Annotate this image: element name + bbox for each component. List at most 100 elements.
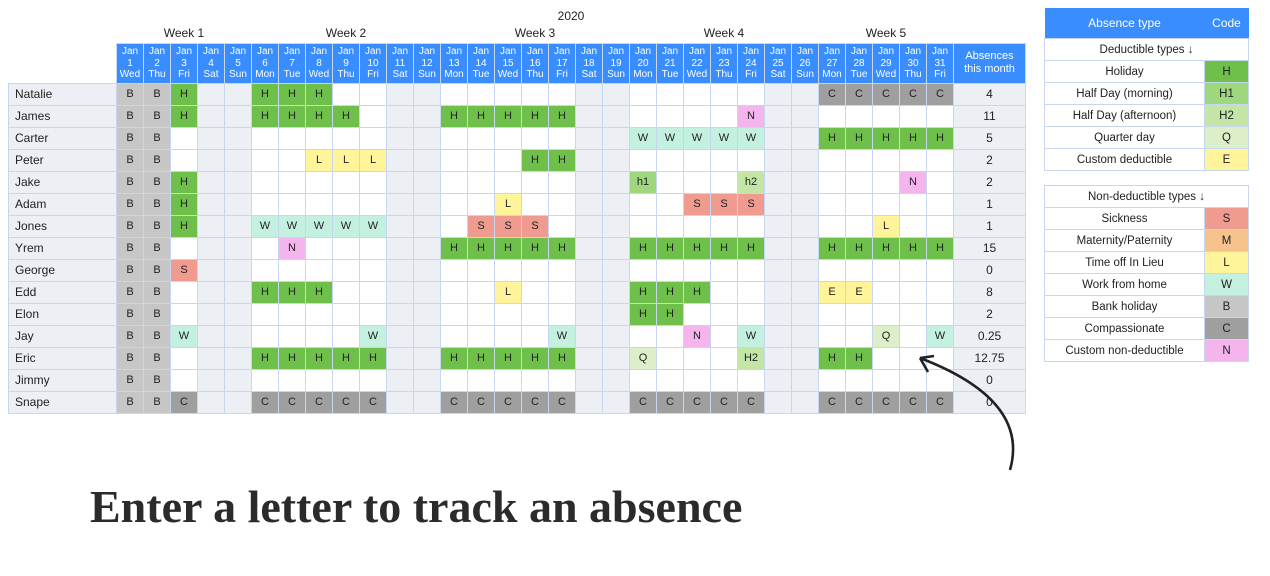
absence-cell[interactable]: B — [117, 237, 144, 259]
absence-cell[interactable] — [333, 83, 360, 105]
absence-cell[interactable]: H — [495, 105, 522, 127]
absence-cell[interactable]: B — [117, 281, 144, 303]
absence-cell[interactable] — [684, 259, 711, 281]
absence-cell[interactable] — [603, 171, 630, 193]
absence-cell[interactable] — [792, 347, 819, 369]
absence-cell[interactable] — [225, 193, 252, 215]
absence-cell[interactable] — [441, 171, 468, 193]
absence-cell[interactable]: B — [144, 325, 171, 347]
absence-cell[interactable]: W — [360, 325, 387, 347]
absence-cell[interactable]: H — [927, 127, 954, 149]
absence-cell[interactable]: W — [927, 325, 954, 347]
absence-cell[interactable] — [765, 171, 792, 193]
absence-cell[interactable] — [441, 215, 468, 237]
absence-cell[interactable] — [441, 369, 468, 391]
absence-cell[interactable] — [657, 149, 684, 171]
absence-cell[interactable] — [657, 193, 684, 215]
absence-cell[interactable] — [765, 83, 792, 105]
absence-cell[interactable] — [306, 237, 333, 259]
absence-cell[interactable] — [198, 149, 225, 171]
absence-cell[interactable]: B — [117, 391, 144, 413]
absence-cell[interactable]: H — [549, 347, 576, 369]
absence-cell[interactable] — [603, 149, 630, 171]
absence-cell[interactable] — [630, 369, 657, 391]
absence-cell[interactable] — [306, 193, 333, 215]
absence-cell[interactable] — [495, 83, 522, 105]
absence-cell[interactable]: H — [306, 105, 333, 127]
absence-cell[interactable] — [684, 347, 711, 369]
absence-cell[interactable]: W — [171, 325, 198, 347]
absence-cell[interactable] — [225, 391, 252, 413]
absence-cell[interactable]: H — [279, 105, 306, 127]
absence-cell[interactable] — [522, 83, 549, 105]
absence-cell[interactable] — [846, 259, 873, 281]
absence-cell[interactable] — [738, 149, 765, 171]
absence-cell[interactable]: N — [279, 237, 306, 259]
absence-cell[interactable] — [603, 391, 630, 413]
absence-cell[interactable] — [198, 193, 225, 215]
absence-cell[interactable] — [441, 83, 468, 105]
absence-cell[interactable]: L — [360, 149, 387, 171]
absence-cell[interactable] — [603, 105, 630, 127]
absence-cell[interactable]: H — [279, 281, 306, 303]
absence-cell[interactable]: N — [684, 325, 711, 347]
absence-cell[interactable] — [873, 281, 900, 303]
absence-cell[interactable] — [900, 259, 927, 281]
absence-cell[interactable] — [387, 105, 414, 127]
absence-cell[interactable] — [927, 193, 954, 215]
absence-cell[interactable]: H — [306, 281, 333, 303]
absence-cell[interactable]: H — [738, 237, 765, 259]
absence-cell[interactable]: B — [144, 105, 171, 127]
absence-cell[interactable]: C — [846, 83, 873, 105]
absence-cell[interactable] — [198, 325, 225, 347]
absence-cell[interactable]: B — [117, 127, 144, 149]
absence-cell[interactable] — [792, 237, 819, 259]
absence-cell[interactable] — [522, 127, 549, 149]
absence-cell[interactable] — [873, 105, 900, 127]
absence-cell[interactable] — [765, 369, 792, 391]
absence-cell[interactable] — [927, 303, 954, 325]
absence-cell[interactable]: B — [117, 325, 144, 347]
absence-cell[interactable] — [468, 259, 495, 281]
absence-cell[interactable] — [225, 105, 252, 127]
absence-cell[interactable] — [414, 281, 441, 303]
absence-cell[interactable] — [549, 259, 576, 281]
absence-cell[interactable] — [387, 237, 414, 259]
absence-cell[interactable]: H — [522, 105, 549, 127]
absence-cell[interactable]: W — [684, 127, 711, 149]
absence-cell[interactable] — [387, 127, 414, 149]
absence-cell[interactable] — [684, 105, 711, 127]
absence-cell[interactable]: H — [819, 237, 846, 259]
absence-cell[interactable] — [225, 259, 252, 281]
absence-cell[interactable]: C — [900, 83, 927, 105]
absence-cell[interactable] — [468, 281, 495, 303]
absence-cell[interactable] — [522, 303, 549, 325]
absence-cell[interactable] — [441, 127, 468, 149]
absence-cell[interactable] — [252, 259, 279, 281]
absence-cell[interactable] — [171, 303, 198, 325]
absence-cell[interactable] — [765, 303, 792, 325]
absence-cell[interactable] — [495, 259, 522, 281]
absence-cell[interactable] — [198, 237, 225, 259]
absence-cell[interactable] — [603, 83, 630, 105]
absence-cell[interactable]: W — [252, 215, 279, 237]
absence-cell[interactable] — [171, 347, 198, 369]
absence-cell[interactable] — [414, 171, 441, 193]
absence-cell[interactable] — [225, 149, 252, 171]
absence-cell[interactable]: S — [738, 193, 765, 215]
absence-cell[interactable] — [225, 215, 252, 237]
absence-cell[interactable] — [360, 237, 387, 259]
absence-cell[interactable]: S — [684, 193, 711, 215]
absence-cell[interactable] — [792, 325, 819, 347]
absence-cell[interactable]: C — [360, 391, 387, 413]
absence-cell[interactable] — [279, 259, 306, 281]
absence-cell[interactable] — [873, 347, 900, 369]
absence-cell[interactable] — [333, 237, 360, 259]
absence-cell[interactable] — [603, 193, 630, 215]
absence-cell[interactable]: S — [522, 215, 549, 237]
absence-cell[interactable]: B — [144, 259, 171, 281]
absence-cell[interactable]: H — [819, 347, 846, 369]
absence-cell[interactable] — [414, 215, 441, 237]
absence-cell[interactable] — [711, 149, 738, 171]
absence-cell[interactable] — [846, 215, 873, 237]
